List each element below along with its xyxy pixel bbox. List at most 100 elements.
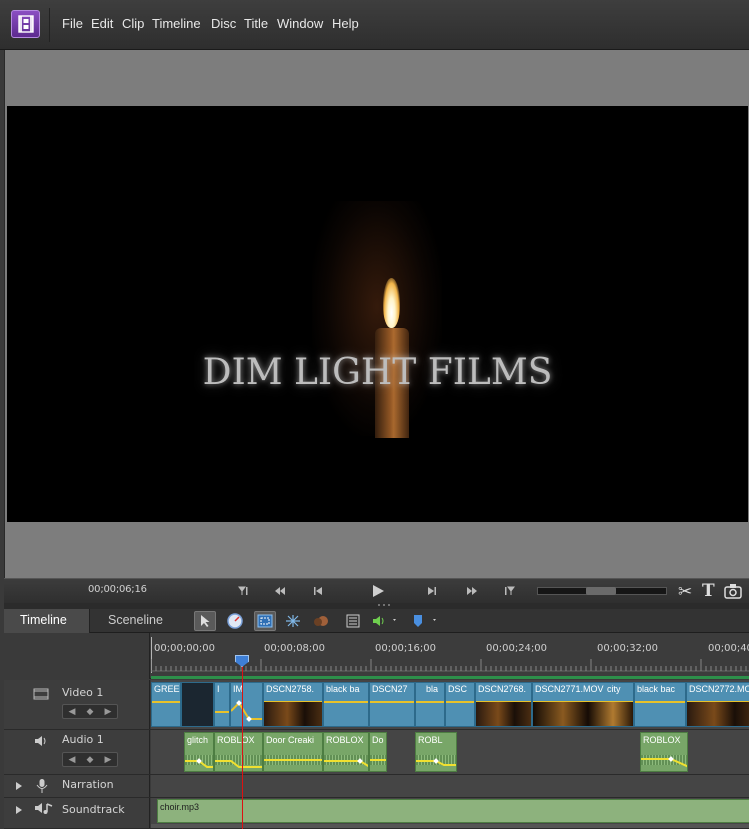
video-clip[interactable]: DSCN2771.MOV city [532,682,634,727]
transport-bar: 00;00;06;16 ✂ T [4,578,749,603]
track-header-soundtrack: Soundtrack [4,798,150,828]
track-header-video-1: Video 1 ◀ ◆ ▶ [4,680,150,729]
track-audio-1: Audio 1 ◀ ◆ ▶ glitch ROBLOX Door Creaki RO… [4,730,749,775]
video-clip[interactable]: DSC [445,682,475,727]
audio-clip[interactable]: ROBLOX [640,732,688,772]
audio-clip[interactable]: ROBLOX [214,732,263,772]
ruler-timecode-0: 00;00;00;00 [154,643,216,654]
audio-clip[interactable]: ROBLOX [323,732,369,772]
keyframe-controls[interactable]: ◀ ◆ ▶ [62,752,118,767]
video-clip[interactable]: GREE [151,682,181,727]
film-icon [33,686,49,705]
title-tool-icon[interactable]: T [702,581,715,601]
microphone-icon [36,778,48,798]
menu-help[interactable]: Help [332,16,359,31]
premiere-elements-window: File Edit Clip Timeline Disc Title Windo… [0,0,749,829]
timeline-tab-bar: Timeline Sceneline [4,609,749,633]
tab-timeline[interactable]: Timeline [4,609,90,633]
ruler-header [4,633,150,679]
track-area-video-1: GREE I IM DSCN2758. black ba DSCN27 bla … [151,680,749,729]
audio-clip[interactable]: Do [369,732,387,772]
marker-icon[interactable] [408,611,442,631]
video-clip[interactable] [181,682,214,727]
ruler-timecode-1: 00;00;08;00 [264,643,326,654]
rewind-icon[interactable] [272,583,288,599]
video-clip[interactable]: DSCN2758. [263,682,323,727]
video-clip[interactable]: DSCN27 [369,682,415,727]
track-label-video-1: Video 1 [62,686,104,699]
time-stretch-icon[interactable] [224,611,246,631]
ruler-timecode-4: 00;00;32;00 [597,643,659,654]
add-keyframe-icon[interactable]: ◆ [87,755,94,765]
smart-trim-icon[interactable] [282,611,304,631]
audio-clip[interactable]: ROBL [415,732,457,772]
menu-bar: File Edit Clip Timeline Disc Title Windo… [0,0,749,50]
menu-disc[interactable]: Disc [211,16,236,31]
expand-arrow-icon[interactable] [16,806,22,814]
step-forward-icon[interactable] [424,583,440,599]
time-ruler[interactable]: 00;00;00;00 00;00;08;00 00;00;16;00 00;0… [4,633,749,679]
video-clip[interactable]: black ba [323,682,369,727]
track-area-soundtrack: choir.mp3 [151,798,749,828]
video-preview[interactable]: DIM LIGHT FILMS [7,106,748,522]
fit-to-window-icon[interactable] [254,611,276,631]
video-clip[interactable]: DSCN2772.MO [686,682,749,727]
ruler-timecode-5: 00;00;40 [708,643,749,654]
app-logo-icon[interactable] [11,10,40,38]
audio-clip[interactable]: Door Creaki [263,732,323,772]
menu-timeline[interactable]: Timeline [152,16,201,31]
next-keyframe-icon[interactable]: ▶ [105,755,112,765]
track-area-narration [151,775,749,797]
fast-forward-icon[interactable] [464,583,480,599]
audio-clip[interactable]: glitch [184,732,214,772]
menu-clip[interactable]: Clip [122,16,144,31]
audio-mixer-icon[interactable] [368,611,402,631]
next-keyframe-icon[interactable]: ▶ [105,707,112,717]
step-back-icon[interactable] [310,583,326,599]
menu-title[interactable]: Title [244,16,268,31]
play-icon[interactable] [368,583,388,599]
scissors-icon[interactable]: ✂ [678,582,692,602]
speaker-music-icon [33,801,55,821]
track-area-audio-1: glitch ROBLOX Door Creaki ROBLOX Do ROBL… [151,730,749,774]
tab-sceneline[interactable]: Sceneline [92,609,179,633]
go-to-end-icon[interactable] [501,583,517,599]
video-clip[interactable]: bla [415,682,445,727]
prev-keyframe-icon[interactable]: ◀ [69,755,76,765]
video-clip[interactable]: IM [230,682,263,727]
video-clip[interactable]: black bac [634,682,686,727]
shuttle-slider-thumb[interactable] [586,587,616,595]
effects-icon[interactable] [310,611,332,631]
ruler-timecode-3: 00;00;24;00 [486,643,548,654]
properties-list-icon[interactable] [342,611,364,631]
go-to-start-icon[interactable] [236,583,252,599]
video-clip[interactable]: DSCN2768. [475,682,532,727]
playhead-line[interactable] [242,655,243,829]
current-timecode[interactable]: 00;00;06;16 [88,584,147,595]
soundtrack-clip[interactable]: choir.mp3 [157,799,749,823]
track-label-audio-1: Audio 1 [62,733,104,746]
preview-title-text: DIM LIGHT FILMS [202,352,553,393]
menu-file[interactable]: File [62,16,83,31]
menu-edit[interactable]: Edit [91,16,113,31]
track-soundtrack: Soundtrack choir.mp3 [4,798,749,829]
candle-flame [383,278,400,328]
video-clip[interactable]: I [214,682,230,727]
ruler-timecode-2: 00;00;16;00 [375,643,437,654]
speaker-icon [33,733,49,752]
track-header-narration: Narration [4,775,150,797]
track-narration: Narration [4,775,749,798]
monitor-panel: DIM LIGHT FILMS [4,50,749,578]
track-label-soundtrack: Soundtrack [62,803,125,816]
keyframe-controls[interactable]: ◀ ◆ ▶ [62,704,118,719]
camera-icon[interactable] [724,583,742,603]
track-header-audio-1: Audio 1 ◀ ◆ ▶ [4,730,150,774]
selection-tool-icon[interactable] [194,611,216,631]
prev-keyframe-icon[interactable]: ◀ [69,707,76,717]
shuttle-slider[interactable] [537,587,667,595]
menu-window[interactable]: Window [277,16,323,31]
expand-arrow-icon[interactable] [16,782,22,790]
add-keyframe-icon[interactable]: ◆ [87,707,94,717]
track-label-narration: Narration [62,778,114,791]
menu-separator [49,8,50,42]
